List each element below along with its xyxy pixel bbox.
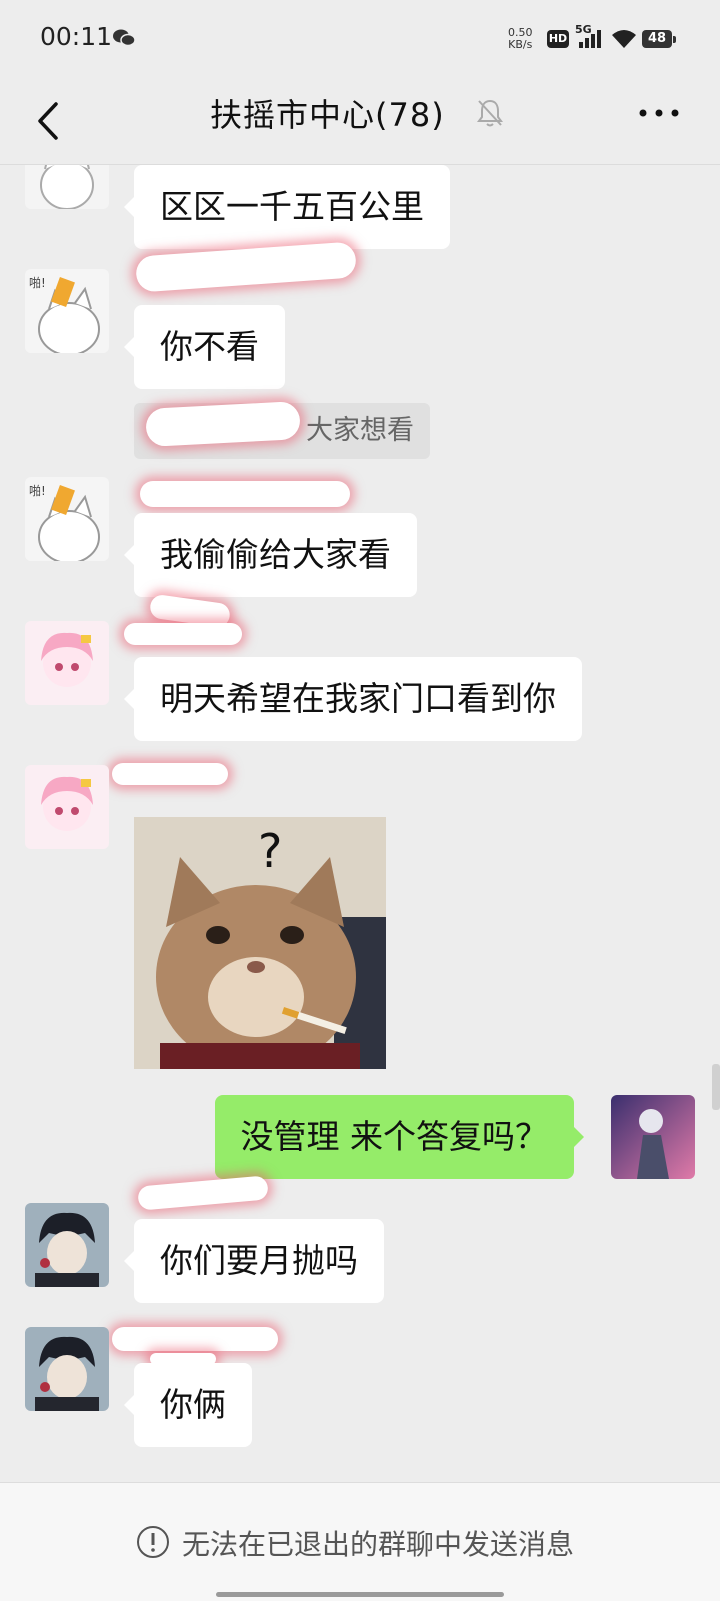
quoted-message-text: 大家想看 [306,415,414,446]
hd-badge: HD [547,30,569,48]
self-avatar[interactable] [611,1095,695,1179]
message-bubble[interactable]: 你们要月抛吗 [124,1219,384,1303]
more-button[interactable] [636,102,682,124]
redacted-sender-name [124,623,242,645]
redacted-sender-name [112,763,228,785]
chevron-left-icon [38,102,58,140]
anime-boy-avatar[interactable] [25,1327,109,1411]
redacted-sender-name [135,241,357,293]
message-bubble[interactable]: 你俩 [124,1363,252,1447]
sticker-question-mark: ? [258,824,282,878]
battery-icon: 48 [642,30,680,50]
anime-girl-avatar[interactable] [25,765,109,849]
cat-avatar[interactable]: 啪! [25,269,109,353]
redacted-sender-name [140,481,350,507]
svg-text:啪!: 啪! [29,483,46,498]
exclamation-circle-icon [136,1525,170,1559]
status-time: 00:11 [40,22,113,51]
cat-avatar[interactable]: 啪! [25,477,109,561]
footer-notice-bar: 无法在已退出的群聊中发送消息 [0,1482,720,1601]
svg-text:啪!: 啪! [29,275,46,290]
signal-label: 5G [575,23,592,36]
redacted-sender-name [112,1327,278,1351]
footer-notice-text: 无法在已退出的群聊中发送消息 [182,1528,575,1561]
message-bubble[interactable]: 明天希望在我家门口看到你 [124,657,582,741]
muted-bell-icon [476,98,504,128]
wifi-icon [611,29,637,49]
back-button[interactable] [28,94,68,148]
chat-messages[interactable]: 区区一千五百公里 啪! 你不看 大家想看 啪! 我偷偷给大家看 明天希望在我家门… [0,165,720,1482]
nav-bar: 扶摇市中心(78) [0,78,720,165]
message-bubble[interactable]: 区区一千五百公里 [124,165,450,249]
message-bubble[interactable]: 你不看 [124,305,285,389]
network-speed: 0.50 KB/s [508,27,533,51]
anime-girl-avatar[interactable] [25,621,109,705]
more-dots-icon [639,109,679,117]
cat-avatar[interactable] [25,165,109,209]
chat-title: 扶摇市中心(78) [210,96,445,134]
home-indicator[interactable] [216,1592,504,1597]
my-message-bubble[interactable]: 没管理 来个答复吗？ [214,1095,584,1179]
battery-level: 48 [642,30,672,48]
redacted-quote-author [145,400,301,448]
cat-sticker-image[interactable]: ? [134,817,386,1069]
message-bubble[interactable]: 我偷偷给大家看 [124,513,417,597]
status-bar: 00:11 0.50 KB/s HD 5G 48 [0,0,720,78]
signal-icon: 5G [575,23,605,50]
anime-boy-avatar[interactable] [25,1203,109,1287]
network-speed-unit: KB/s [508,38,533,51]
redacted-sender-name [137,1175,269,1211]
wechat-notification-icon [112,28,136,48]
scroll-handle[interactable] [712,1064,720,1110]
